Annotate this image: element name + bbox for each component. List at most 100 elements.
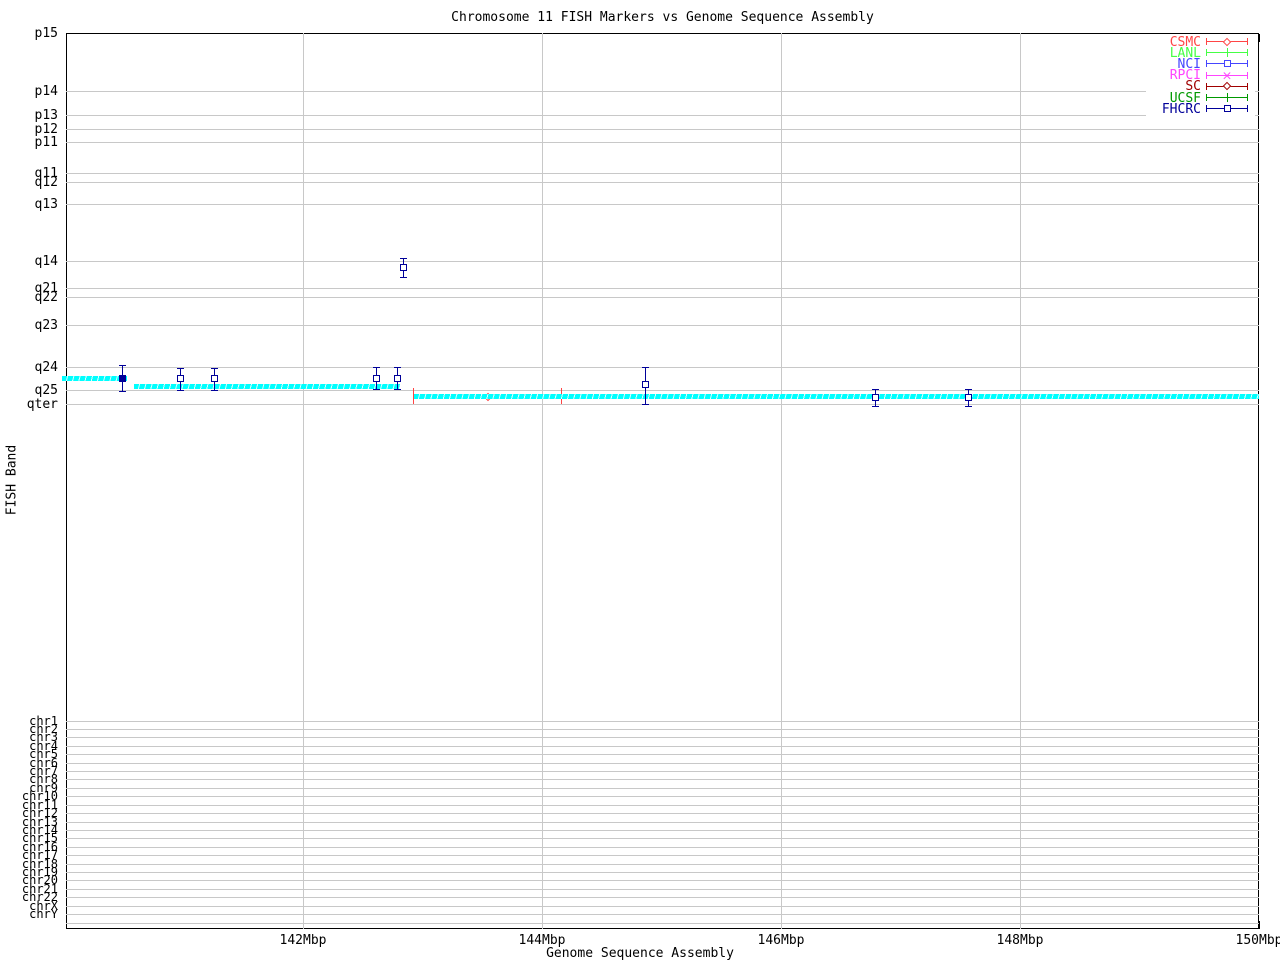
grid-line-horizontal [66, 204, 1259, 205]
grid-line-horizontal [66, 91, 1259, 92]
y-error-bar-cap [394, 389, 401, 390]
y-tick-label: q25 [34, 383, 58, 398]
legend-sample-cap [1206, 82, 1207, 90]
y-tick-label: q12 [34, 175, 58, 190]
grid-line-horizontal [66, 779, 1259, 781]
grid-line-horizontal [66, 745, 1259, 747]
grid-line-horizontal [66, 829, 1259, 831]
y-error-bar-cap [373, 389, 380, 390]
fhcrc-point [211, 375, 218, 382]
legend-sample-cap [1206, 60, 1207, 68]
legend-sample-cap [1247, 105, 1248, 113]
grid-line-horizontal [66, 922, 1259, 924]
legend-sample-cap [1247, 49, 1248, 57]
legend-sample-cap [1247, 82, 1248, 90]
grid-line-horizontal [66, 720, 1259, 722]
y-tick-label: q13 [34, 197, 58, 212]
grid-line-horizontal [66, 288, 1259, 289]
legend-marker-square-icon [1223, 105, 1231, 113]
grid-line-horizontal [66, 846, 1259, 848]
grid-line-horizontal [66, 261, 1259, 262]
grid-line-horizontal [66, 737, 1259, 739]
grid-line-horizontal [66, 855, 1259, 857]
grid-line-vertical [781, 33, 782, 929]
grid-line-horizontal [66, 888, 1259, 890]
y-tick-label: p15 [34, 26, 58, 41]
y-tick-label: p13 [34, 108, 58, 123]
assembly-segment [134, 384, 400, 389]
x-axis-label: Genome Sequence Assembly [546, 946, 734, 960]
y-error-bar-cap [211, 368, 218, 369]
grid-line-horizontal [66, 404, 1259, 405]
y-tick-label: qter [26, 397, 58, 412]
y-axis-label: FISH Band [4, 444, 20, 516]
legend-label-fhcrc: FHCRC [1161, 101, 1201, 117]
y-error-bar-cap [642, 367, 649, 368]
y-error-bar-cap [400, 258, 407, 259]
y-error-bar-cap [119, 391, 126, 392]
y-tick-label: q23 [34, 318, 58, 333]
y-error-bar-cap [211, 390, 218, 391]
chart-title: Chromosome 11 FISH Markers vs Genome Seq… [451, 10, 874, 25]
grid-line-horizontal [66, 796, 1259, 798]
grid-line-horizontal [66, 863, 1259, 865]
y-error-bar-cap [872, 406, 879, 407]
y-error-bar-cap [177, 368, 184, 369]
grid-line-horizontal [66, 754, 1259, 756]
y-tick-label: p14 [34, 84, 58, 99]
y-error-bar-cap [177, 390, 184, 391]
grid-line-horizontal [66, 390, 1259, 391]
legend-sample-cap [1206, 71, 1207, 79]
grid-line-horizontal [66, 914, 1259, 916]
x-tick-bottom [1259, 921, 1260, 929]
grid-line-horizontal [66, 771, 1259, 773]
grid-line-horizontal [66, 182, 1259, 183]
x-tick-label: 148Mbp [996, 933, 1044, 948]
legend-marker-square-icon [1223, 60, 1231, 68]
grid-line-horizontal [66, 142, 1259, 143]
legend-sample-cap [1206, 49, 1207, 57]
grid-line-vertical [1020, 33, 1021, 929]
grid-line-horizontal [66, 129, 1259, 130]
grid-line-vertical [303, 33, 304, 929]
x-tick-label: 150Mbp [1235, 933, 1280, 948]
grid-line-horizontal [66, 762, 1259, 764]
grid-line-horizontal [66, 880, 1259, 882]
plot-border [66, 33, 1259, 929]
grid-line-horizontal [66, 872, 1259, 874]
fhcrc-point [965, 394, 972, 401]
x-tick-label: 146Mbp [757, 933, 805, 948]
y-tick-label: q22 [34, 290, 58, 305]
y-tick-left [67, 33, 75, 34]
x-tick-label: 144Mbp [518, 933, 566, 948]
y-error-bar-cap [642, 404, 649, 405]
y-error-bar-cap [965, 406, 972, 407]
grid-line-horizontal [66, 804, 1259, 806]
legend-sample-cap [1247, 94, 1248, 101]
x-tick-top [1259, 34, 1260, 42]
legend-sample-cap [1247, 60, 1248, 68]
y-error-bar-cap [400, 277, 407, 278]
y-error-bar-cap [394, 367, 401, 368]
fhcrc-point [119, 375, 126, 382]
fhcrc-point [177, 375, 184, 382]
grid-line-vertical [542, 33, 543, 929]
assembly-segment [62, 375, 127, 381]
x-tick-label: 142Mbp [279, 933, 327, 948]
legend-sample-cap [1247, 71, 1248, 79]
grid-line-horizontal [66, 173, 1259, 174]
legend-sample-cap [1206, 105, 1207, 113]
grid-line-horizontal [66, 787, 1259, 789]
y-tick-label: p11 [34, 135, 58, 150]
y-tick-label: q24 [34, 360, 58, 375]
grid-line-horizontal [66, 325, 1259, 326]
grid-line-horizontal [66, 905, 1259, 907]
y-tick-label: q14 [34, 254, 58, 269]
grid-line-horizontal [66, 297, 1259, 298]
grid-line-horizontal [66, 821, 1259, 823]
assembly-segment [414, 394, 1259, 399]
fhcrc-point [872, 394, 879, 401]
y-error-bar-cap [872, 389, 879, 390]
fhcrc-point [373, 375, 380, 382]
legend-sample-cap [1206, 94, 1207, 101]
